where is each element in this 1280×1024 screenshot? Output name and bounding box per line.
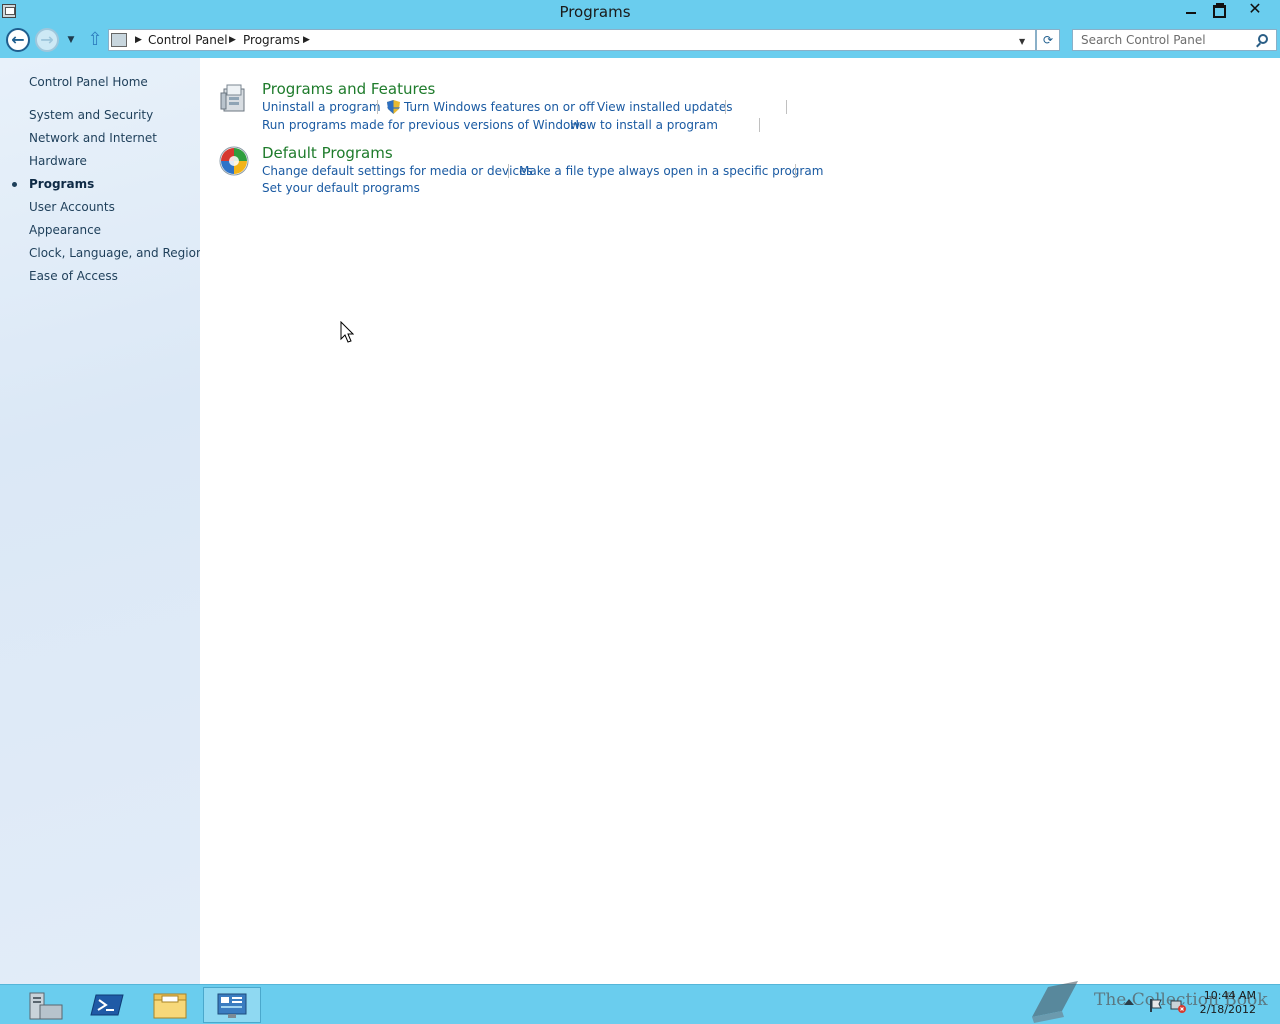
back-button[interactable]: ← [6,28,30,52]
breadcrumb-separator-icon[interactable]: ▶ [303,32,310,48]
main-content: Programs and Features Uninstall a progra… [200,58,1280,984]
link-divider [786,100,787,114]
programs-features-icon[interactable] [218,81,250,113]
mouse-pointer-icon [340,321,354,343]
programs-and-features-title[interactable]: Programs and Features [262,80,435,98]
network-disconnected-icon[interactable] [1170,997,1186,1013]
sidebar-item-system-and-security[interactable]: System and Security [29,108,153,122]
uac-shield-icon [387,100,400,114]
turn-windows-features-link[interactable]: Turn Windows features on or off [404,100,595,114]
clock-time: 10:44 AM [1203,989,1256,1002]
breadcrumb-separator-icon[interactable]: ▶ [229,32,236,48]
change-default-media-settings-link[interactable]: Change default settings for media or dev… [262,164,533,178]
uninstall-program-link[interactable]: Uninstall a program [262,100,381,114]
view-installed-updates-link[interactable]: View installed updates [597,100,733,114]
breadcrumb-separator-icon[interactable]: ▶ [135,32,142,48]
taskbar: The Collection Book 10:44 AM 2/18/2012 [0,981,1280,1024]
title-bar: Programs ✕ [0,0,1280,26]
sidebar-item-user-accounts[interactable]: User Accounts [29,200,115,214]
recent-locations-chevron-icon[interactable]: ▼ [64,32,78,48]
address-dropdown-icon[interactable]: ▼ [1019,37,1025,46]
action-center-flag-icon[interactable] [1147,997,1163,1013]
close-button[interactable]: ✕ [1232,0,1278,20]
server-manager-button[interactable] [16,987,74,1023]
powershell-icon [90,994,124,1016]
minimize-button[interactable] [1176,0,1206,20]
sidebar-item-control-panel-home[interactable]: Control Panel Home [29,75,148,89]
sidebar-item-appearance[interactable]: Appearance [29,223,101,237]
control-panel-taskbar-button[interactable] [203,987,261,1023]
active-item-bullet-icon [12,182,17,187]
sidebar-item-ease-of-access[interactable]: Ease of Access [29,269,118,283]
control-panel-icon [217,993,247,1018]
server-manager-icon [29,992,63,1020]
search-box[interactable] [1072,29,1277,51]
system-clock[interactable]: 10:44 AM 2/18/2012 [1196,989,1256,1017]
breadcrumb-programs[interactable]: Programs [243,33,300,47]
up-arrow-button[interactable]: ⇧ [86,29,104,51]
search-input[interactable] [1081,33,1251,47]
control-panel-location-icon [111,33,127,47]
sidebar-item-network-and-internet[interactable]: Network and Internet [29,131,157,145]
link-divider [759,118,760,132]
sidebar-item-programs[interactable]: Programs [29,177,94,191]
link-divider [725,100,726,114]
link-divider [508,164,509,178]
powershell-button[interactable] [79,987,137,1023]
refresh-button[interactable]: ⟳ [1036,29,1060,51]
how-to-install-link[interactable]: How to install a program [570,118,718,132]
set-default-programs-link[interactable]: Set your default programs [262,181,420,195]
run-previous-versions-link[interactable]: Run programs made for previous versions … [262,118,586,132]
sidebar: Control Panel Home System and Security N… [0,58,204,984]
file-type-association-link[interactable]: Make a file type always open in a specif… [519,164,823,178]
show-hidden-icons-chevron-icon[interactable] [1124,999,1134,1005]
file-explorer-button[interactable] [141,987,199,1023]
sidebar-item-hardware[interactable]: Hardware [29,154,87,168]
restore-button[interactable] [1204,0,1234,20]
window-title: Programs [559,3,631,21]
address-bar[interactable]: ▶ Control Panel ▶ Programs ▶ ▼ [108,29,1036,51]
file-explorer-icon [153,993,187,1019]
close-icon: ✕ [1248,0,1262,18]
link-divider [377,100,378,114]
navigation-bar: ← → ▼ ⇧ ▶ Control Panel ▶ Programs ▶ ▼ ⟳ [0,26,1280,58]
default-programs-title[interactable]: Default Programs [262,144,393,162]
sidebar-item-clock-language-region[interactable]: Clock, Language, and Region [29,246,204,260]
breadcrumb-control-panel[interactable]: Control Panel [148,33,228,47]
link-divider [795,164,796,178]
default-programs-icon[interactable] [218,145,250,177]
forward-button[interactable]: → [35,28,59,52]
search-icon[interactable] [1258,34,1268,44]
clock-date: 2/18/2012 [1199,1003,1256,1016]
